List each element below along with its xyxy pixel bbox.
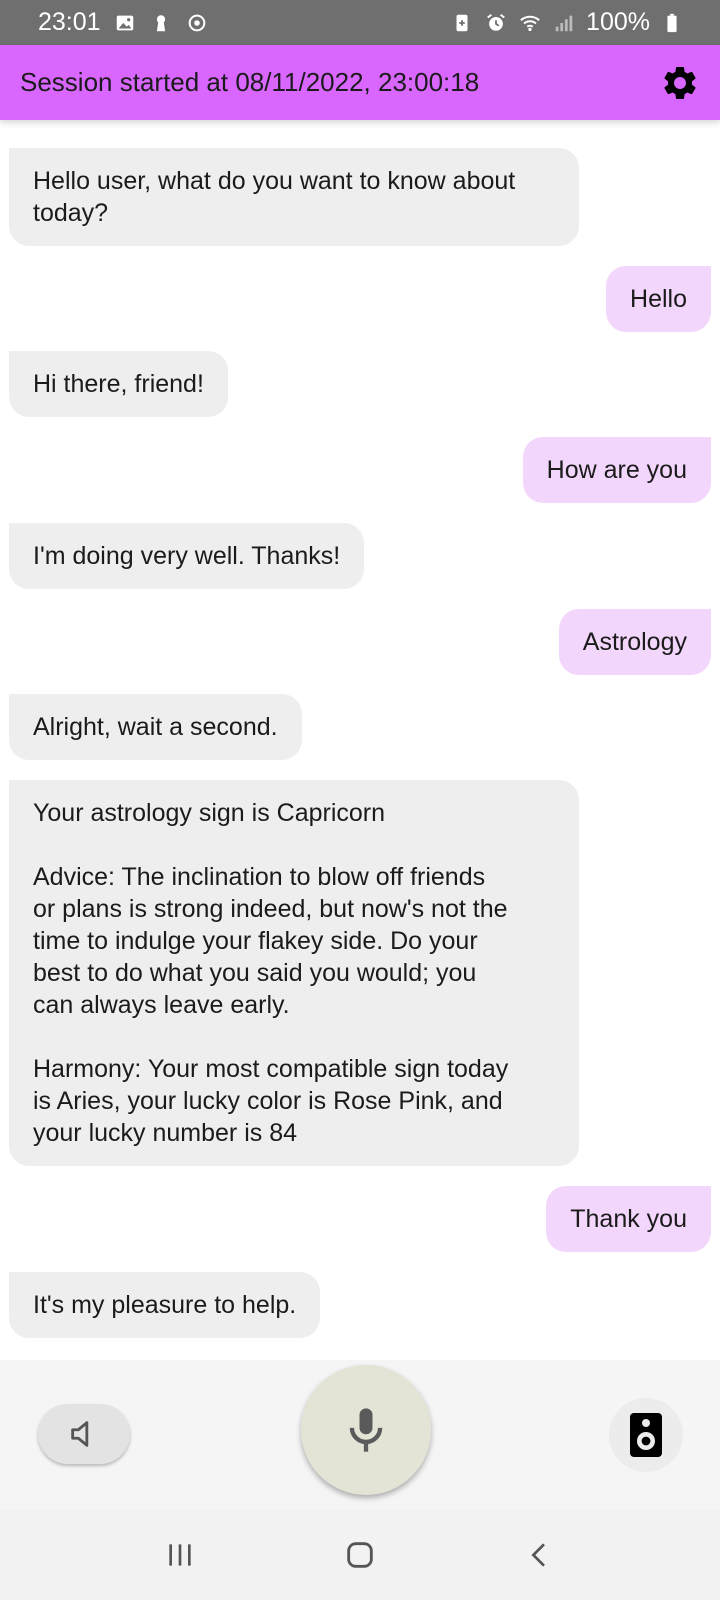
message-text: I'm doing very well. Thanks! (33, 542, 341, 570)
battery-saver-icon (450, 11, 474, 35)
recent-apps-button[interactable] (145, 1525, 215, 1585)
status-right: 100% (450, 8, 684, 37)
session-title: Session started at 08/11/2022, 23:00:18 (20, 67, 480, 97)
bot-message: It's my pleasure to help. (9, 1272, 321, 1338)
status-left: 23:01 (38, 8, 209, 37)
microphone-button[interactable] (301, 1365, 431, 1495)
bot-message: Hi there, friend! (9, 351, 228, 417)
home-icon (347, 1542, 373, 1568)
back-icon (531, 1543, 545, 1567)
sync-icon (185, 11, 209, 35)
back-button[interactable] (505, 1525, 575, 1585)
bot-message: Alright, wait a second. (9, 694, 302, 760)
user-message: Astrology (558, 609, 711, 675)
system-nav-bar (0, 1510, 720, 1600)
home-button[interactable] (325, 1525, 395, 1585)
gallery-icon (113, 11, 137, 35)
voice-control-bar (0, 1360, 720, 1510)
status-time: 23:01 (38, 8, 101, 36)
bot-message: Hello user, what do you want to know abo… (9, 148, 579, 246)
message-text: It's my pleasure to help. (33, 1291, 297, 1319)
message-text: Thank you (570, 1205, 687, 1233)
message-text: Alright, wait a second. (33, 713, 278, 741)
recent-apps-icon (169, 1544, 191, 1566)
app-header: Session started at 08/11/2022, 23:00:18 (0, 45, 720, 120)
keyhole-icon (149, 11, 173, 35)
speaker-button[interactable] (609, 1398, 683, 1472)
user-message: Thank you (546, 1186, 711, 1252)
battery-percent: 100% (586, 8, 650, 36)
status-bar: 23:01 100% (0, 0, 720, 45)
mute-toggle-button[interactable] (38, 1404, 130, 1464)
message-text: Hello user, what do you want to know abo… (33, 167, 516, 227)
user-message: How are you (522, 437, 711, 503)
volume-icon (71, 1421, 89, 1447)
battery-icon (660, 11, 684, 35)
chat-list[interactable]: Hello user, what do you want to know abo… (0, 120, 720, 1360)
message-text: Hello (630, 285, 687, 313)
alarm-icon (484, 11, 508, 35)
wifi-icon (518, 11, 542, 35)
signal-icon (552, 11, 576, 35)
message-text: Hi there, friend! (33, 370, 204, 398)
bot-message: I'm doing very well. Thanks! (9, 523, 365, 589)
user-message: Hello (606, 266, 711, 332)
bot-message-astrology: Your astrology sign is Capricorn Advice:… (9, 780, 579, 1166)
microphone-icon (349, 1408, 383, 1452)
settings-button[interactable] (658, 61, 702, 105)
message-text: How are you (546, 456, 687, 484)
message-text: Your astrology sign is Capricorn Advice:… (33, 799, 509, 1147)
speaker-icon (630, 1413, 662, 1457)
message-text: Astrology (582, 628, 687, 656)
gear-icon (664, 66, 696, 99)
